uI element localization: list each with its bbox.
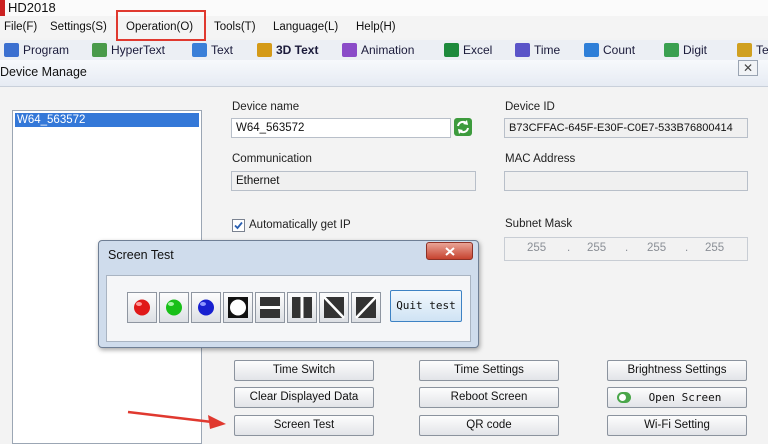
menu-file[interactable]: File(F)	[4, 20, 37, 34]
excel-icon	[444, 43, 459, 57]
hypertext-icon	[92, 43, 107, 57]
wifi-setting-button[interactable]: Wi-Fi Setting	[607, 415, 747, 436]
screen-test-dialog: Screen Test Quit test	[98, 240, 479, 348]
menu-help[interactable]: Help(H)	[356, 20, 396, 34]
menu-tools[interactable]: Tools(T)	[214, 20, 256, 34]
test-blue-button[interactable]	[191, 292, 221, 323]
refresh-icon[interactable]	[453, 117, 473, 137]
test-vertical-button[interactable]	[287, 292, 317, 323]
screen-test-close-button[interactable]	[426, 242, 473, 260]
device-name-label: Device name	[232, 101, 300, 113]
screen-test-title: Screen Test	[108, 248, 174, 262]
open-screen-button[interactable]: Open Screen	[607, 387, 747, 408]
toolbar-excel-label: Excel	[463, 43, 493, 57]
blue-dot-icon	[198, 299, 214, 316]
digit-icon	[664, 43, 679, 57]
operation-menu-highlight	[116, 10, 206, 41]
toolbar-digit-label: Digit	[683, 43, 708, 57]
time-switch-button[interactable]: Time Switch	[234, 360, 374, 381]
qr-code-button[interactable]: QR code	[419, 415, 559, 436]
toolbar-time-label: Time	[534, 43, 561, 57]
count-icon	[584, 43, 599, 57]
brightness-settings-button[interactable]: Brightness Settings	[607, 360, 747, 381]
device-manage-header: Device Manage	[0, 60, 768, 87]
device-name-field[interactable]: W64_563572	[231, 118, 451, 138]
reboot-screen-button[interactable]: Reboot Screen	[419, 387, 559, 408]
device-id-field: B73CFFAC-645F-E30F-C0E7-533B76800414	[504, 118, 748, 138]
mac-address-label: MAC Address	[505, 153, 576, 165]
toolbar-3d-text[interactable]: 3D Text	[257, 42, 318, 58]
toolbar-program-label: Program	[23, 43, 70, 57]
toolbar-3d-text-label: 3D Text	[276, 43, 319, 57]
device-id-label: Device ID	[505, 101, 555, 113]
open-screen-label: Open Screen	[648, 391, 722, 404]
horizontal-bar-icon	[260, 297, 280, 318]
subnet-octet-2[interactable]: 255	[587, 242, 606, 254]
vertical-bar-icon	[292, 297, 312, 318]
window-title: HD2018	[8, 0, 56, 15]
auto-ip-label: Automatically get IP	[249, 219, 351, 231]
device-manage-title: Device Manage	[0, 65, 87, 79]
test-diagonal-left-button[interactable]	[319, 292, 349, 323]
subnet-dot: .	[625, 242, 629, 254]
subnet-mask-label: Subnet Mask	[505, 218, 573, 230]
toolbar-hypertext[interactable]: HyperText	[92, 42, 165, 58]
device-list-item[interactable]: W64_563572	[15, 113, 199, 127]
te-icon	[737, 43, 752, 57]
3d-text-icon	[257, 43, 272, 57]
white-circle-icon	[228, 297, 248, 318]
test-horizontal-button[interactable]	[255, 292, 285, 323]
time-icon	[515, 43, 530, 57]
green-dot-icon	[166, 299, 182, 316]
device-manage-close-button[interactable]: ✕	[738, 60, 758, 76]
program-icon	[4, 43, 19, 57]
test-green-button[interactable]	[159, 292, 189, 323]
toolbar-hypertext-label: HyperText	[111, 43, 166, 57]
communication-label: Communication	[232, 153, 312, 165]
test-diagonal-right-button[interactable]	[351, 292, 381, 323]
toolbar-animation[interactable]: Animation	[342, 42, 414, 58]
toolbar-count-label: Count	[603, 43, 636, 57]
menu-language[interactable]: Language(L)	[273, 20, 338, 34]
mac-address-field	[504, 171, 748, 191]
subnet-dot: .	[567, 242, 571, 254]
subnet-octet-1[interactable]: 255	[527, 242, 546, 254]
toolbar-excel[interactable]: Excel	[444, 42, 492, 58]
screen-test-body: Quit test	[106, 275, 471, 342]
toolbar-text-label: Text	[211, 43, 234, 57]
red-dot-icon	[134, 299, 150, 316]
menu-settings[interactable]: Settings(S)	[50, 20, 107, 34]
app-logo-icon	[0, 0, 5, 16]
quit-test-button[interactable]: Quit test	[390, 290, 462, 322]
red-arrow-icon	[127, 410, 226, 429]
checkmark-icon	[234, 221, 243, 230]
animation-icon	[342, 43, 357, 57]
communication-field: Ethernet	[231, 171, 476, 191]
diagonal-left-icon	[323, 296, 345, 319]
toolbar-text[interactable]: Text	[192, 42, 233, 58]
clear-displayed-data-button[interactable]: Clear Displayed Data	[234, 387, 374, 408]
toolbar: Program HyperText Text 3D Text Animation…	[0, 40, 768, 60]
toolbar-te[interactable]: Te	[737, 42, 768, 58]
toggle-icon	[617, 392, 631, 403]
screen-test-button[interactable]: Screen Test	[234, 415, 374, 436]
toolbar-count[interactable]: Count	[584, 42, 635, 58]
toolbar-program[interactable]: Program	[4, 42, 69, 58]
test-red-button[interactable]	[127, 292, 157, 323]
subnet-octet-4[interactable]: 255	[705, 242, 724, 254]
subnet-dot: .	[685, 242, 689, 254]
toolbar-digit[interactable]: Digit	[664, 42, 707, 58]
toolbar-time[interactable]: Time	[515, 42, 560, 58]
close-icon	[445, 247, 455, 256]
toolbar-te-label: Te	[756, 43, 768, 57]
text-icon	[192, 43, 207, 57]
subnet-mask-field[interactable]: 255 . 255 . 255 . 255	[504, 237, 748, 261]
time-settings-button[interactable]: Time Settings	[419, 360, 559, 381]
diagonal-right-icon	[355, 296, 377, 319]
test-circle-button[interactable]	[223, 292, 253, 323]
toolbar-animation-label: Animation	[361, 43, 415, 57]
auto-ip-checkbox[interactable]	[232, 219, 245, 232]
subnet-octet-3[interactable]: 255	[647, 242, 666, 254]
